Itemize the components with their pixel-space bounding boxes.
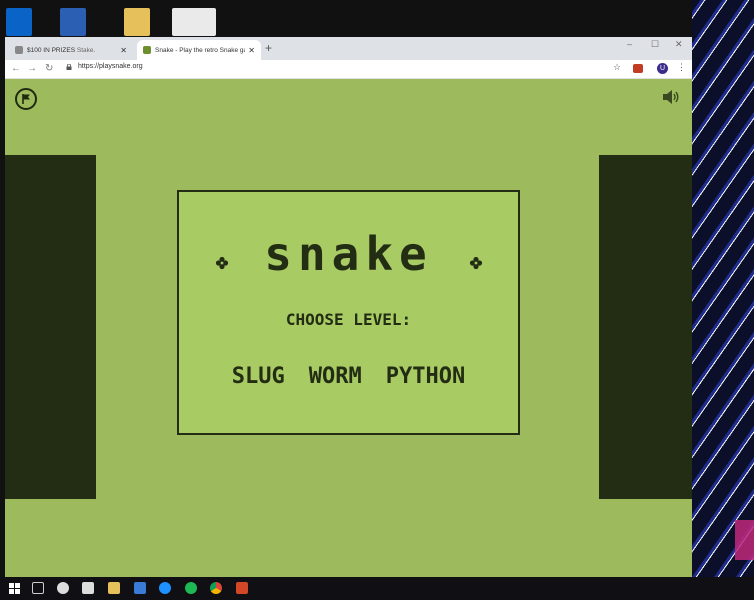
level-python-button[interactable]: PYTHON	[386, 364, 465, 389]
extension-icon[interactable]	[633, 64, 643, 73]
speaker-icon[interactable]	[662, 89, 680, 105]
photos-icon[interactable]	[134, 582, 146, 594]
close-tab-icon[interactable]: ✕	[120, 46, 127, 55]
browser-window: $100 IN PRIZES Stake. ✕ Snake - Play the…	[5, 37, 692, 577]
file-explorer-icon[interactable]	[108, 582, 120, 594]
word-icon[interactable]	[60, 8, 86, 36]
settings-gear-icon[interactable]	[57, 582, 69, 594]
shield-icon	[15, 46, 23, 54]
document-thumbnail-icon[interactable]	[172, 8, 216, 36]
snake-favicon-icon	[143, 46, 151, 54]
address-bar[interactable]: https://playsnake.org	[78, 63, 143, 70]
maximize-button[interactable]: ☐	[651, 39, 659, 50]
choose-level-prompt: CHOOSE LEVEL:	[285, 310, 412, 329]
calendar-icon[interactable]	[82, 582, 94, 594]
forward-button[interactable]: →	[27, 63, 37, 74]
wallpaper	[692, 0, 754, 577]
game-page: snake CHOOSE LEVEL: SLUG WORM PYTHON	[5, 79, 692, 577]
outlook-icon[interactable]	[6, 8, 32, 36]
tab-snake[interactable]: Snake - Play the retro Snake gam ✕	[137, 40, 261, 60]
bookmark-star-icon[interactable]: ☆	[613, 62, 621, 73]
spotify-icon[interactable]	[185, 582, 197, 594]
close-window-button[interactable]: ✕	[675, 39, 683, 50]
app-icon[interactable]	[159, 582, 171, 594]
browser-toolbar: ← → ↻ https://playsnake.org ☆ U ⋮	[5, 60, 692, 79]
wallpaper-accent	[735, 520, 754, 560]
level-worm-button[interactable]: WORM	[309, 364, 362, 389]
browser-menu-icon[interactable]: ⋮	[677, 62, 686, 73]
new-tab-button[interactable]: +	[265, 41, 272, 55]
minimize-button[interactable]: –	[627, 39, 632, 49]
task-view-icon[interactable]	[32, 582, 44, 594]
flower-icon	[469, 256, 483, 270]
flag-icon	[22, 94, 30, 104]
taskbar	[0, 577, 754, 600]
tab-bar: $100 IN PRIZES Stake. ✕ Snake - Play the…	[5, 37, 692, 60]
chrome-icon[interactable]	[210, 582, 222, 594]
level-slug-button[interactable]: SLUG	[232, 364, 285, 389]
powerpoint-icon[interactable]	[236, 582, 248, 594]
right-side-panel	[599, 155, 692, 499]
folder-icon[interactable]	[124, 8, 150, 36]
level-options: SLUG WORM PYTHON	[179, 364, 518, 389]
tab-title: Snake - Play the retro Snake gam	[155, 46, 246, 54]
tab-title: $100 IN PRIZES Stake.	[27, 46, 96, 54]
windows-start-icon[interactable]	[9, 583, 20, 594]
flag-button[interactable]	[15, 88, 37, 110]
level-menu: snake CHOOSE LEVEL: SLUG WORM PYTHON	[177, 190, 520, 435]
reload-button[interactable]: ↻	[45, 63, 53, 74]
back-button[interactable]: ←	[11, 63, 21, 74]
left-side-panel	[5, 155, 96, 499]
lock-icon	[66, 64, 72, 70]
game-logo: snake	[264, 227, 433, 281]
close-tab-icon[interactable]: ✕	[248, 46, 255, 55]
tab-prizes[interactable]: $100 IN PRIZES Stake. ✕	[9, 40, 133, 60]
profile-avatar[interactable]: U	[657, 63, 668, 74]
